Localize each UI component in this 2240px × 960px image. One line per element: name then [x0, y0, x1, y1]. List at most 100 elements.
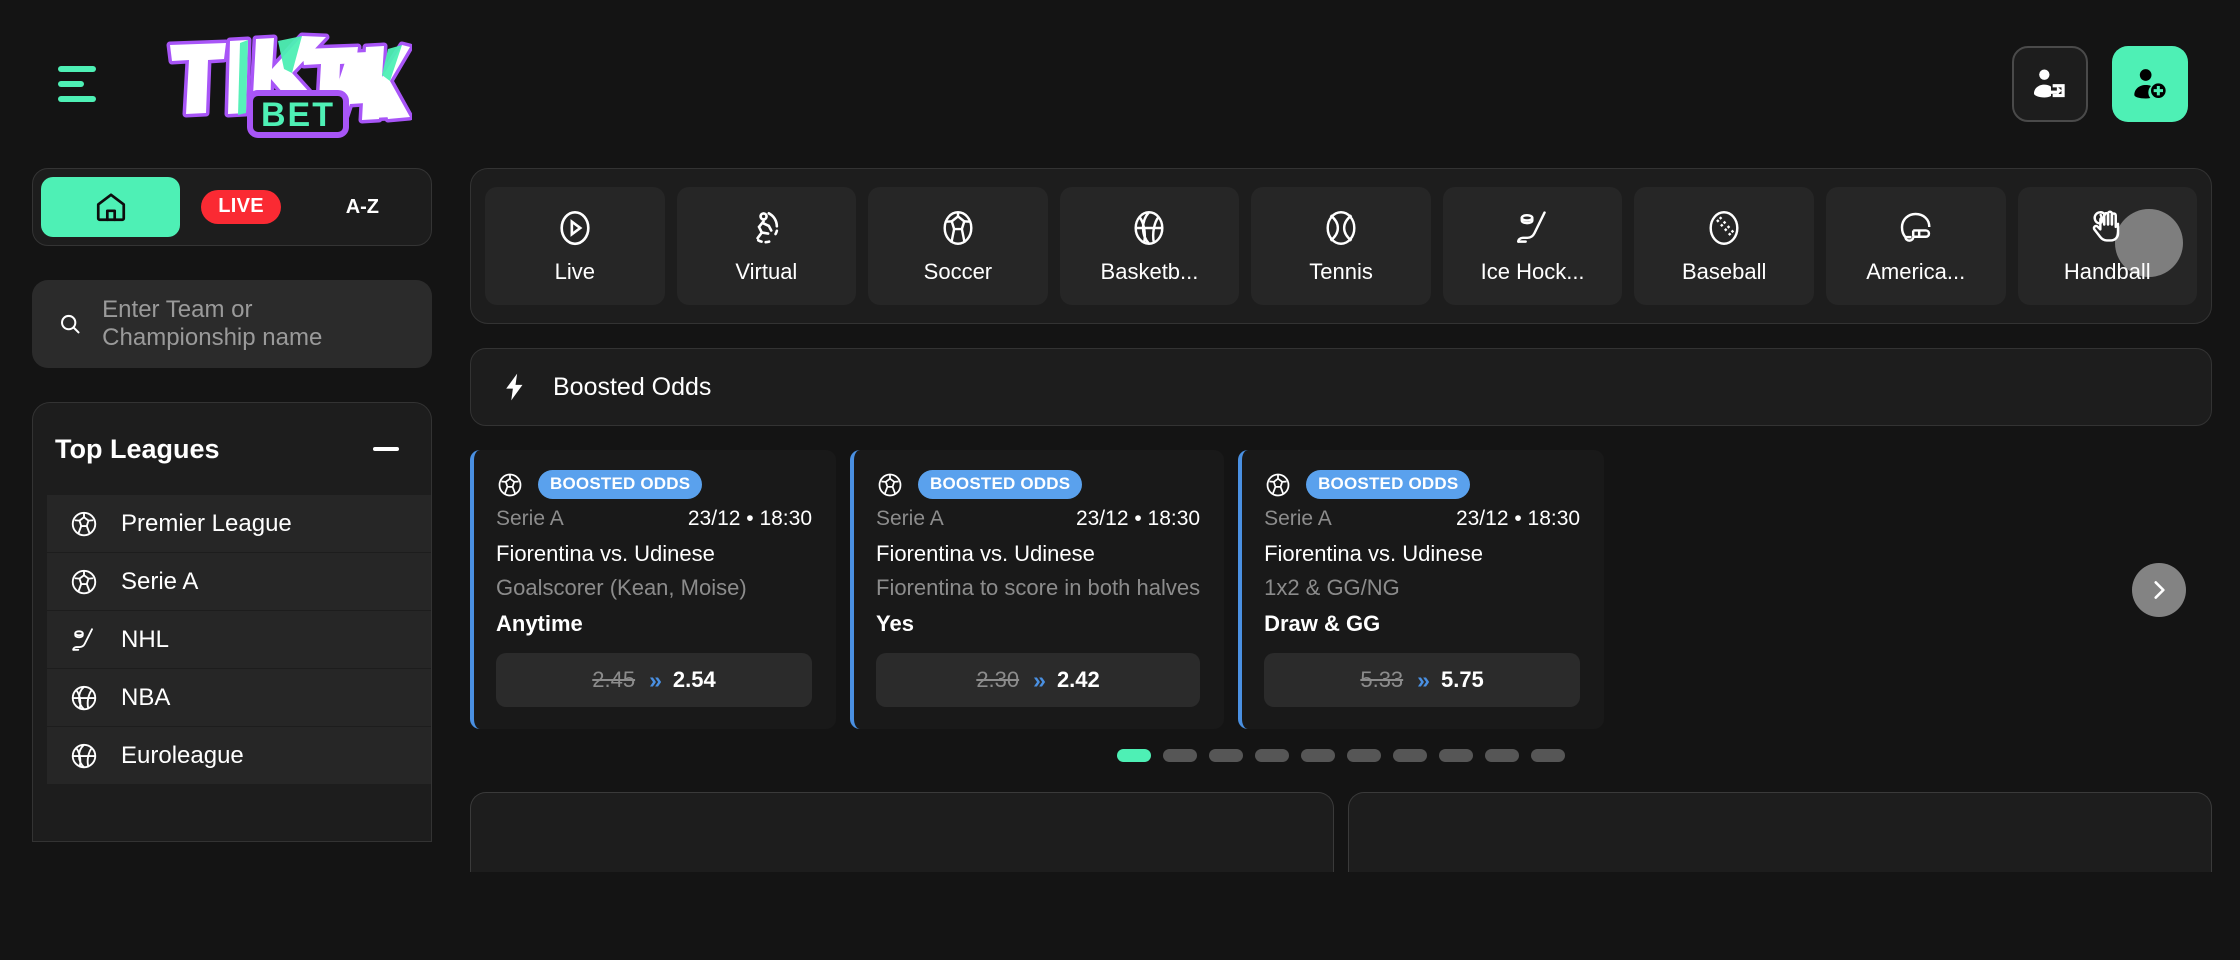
search-box[interactable]: Enter Team or Championship name: [32, 280, 432, 368]
login-button[interactable]: [2012, 46, 2088, 122]
card-match: Fiorentina vs. Udinese: [1264, 541, 1580, 567]
live-badge: LIVE: [201, 190, 281, 224]
boosted-odds-card[interactable]: BOOSTED ODDS Serie A 23/12 • 18:30 Fiore…: [1238, 450, 1604, 729]
carousel-dots: [470, 749, 2212, 762]
boosted-odds-title: Boosted Odds: [553, 373, 711, 402]
tab-home[interactable]: [41, 177, 180, 237]
carousel-dot[interactable]: [1531, 749, 1565, 762]
soccer-ball-icon: [496, 471, 524, 499]
sport-label: Handball: [2064, 259, 2151, 285]
sidebar-item-label: NHL: [121, 626, 169, 654]
tennis-ball-icon: [1320, 207, 1362, 249]
tab-live[interactable]: LIVE: [180, 177, 301, 237]
boosted-odds-carousel: BOOSTED ODDS Serie A 23/12 • 18:30 Fiore…: [470, 450, 2212, 729]
card-market: Fiorentina to score in both halves: [876, 575, 1200, 601]
carousel-dot[interactable]: [1485, 749, 1519, 762]
sport-label: Virtual: [735, 259, 797, 285]
sport-label: Baseball: [1682, 259, 1766, 285]
bottom-cards-row: [470, 792, 2212, 872]
carousel-dot[interactable]: [1439, 749, 1473, 762]
sidebar-item-euroleague[interactable]: Euroleague: [47, 727, 431, 785]
basketball-icon: [69, 741, 99, 771]
football-helmet-icon: [1895, 207, 1937, 249]
carousel-dot[interactable]: [1301, 749, 1335, 762]
sport-label: America...: [1866, 259, 1965, 285]
chevron-right-double-icon: »: [649, 667, 659, 694]
boosted-odds-card[interactable]: BOOSTED ODDS Serie A 23/12 • 18:30 Fiore…: [850, 450, 1224, 729]
sport-tab-virtual[interactable]: Virtual: [677, 187, 857, 305]
bottom-card[interactable]: [470, 792, 1334, 872]
sport-tab-american-football[interactable]: America...: [1826, 187, 2006, 305]
odds-old-value: 2.45: [592, 667, 635, 693]
sport-tab-live[interactable]: Live: [485, 187, 665, 305]
top-leagues-panel: Top Leagues Premier League: [32, 402, 432, 842]
sidebar: LIVE A-Z Enter Team or Championship name…: [0, 168, 470, 872]
brand-logo[interactable]: BET: [152, 29, 412, 139]
card-pick: Anytime: [496, 611, 812, 637]
carousel-dot[interactable]: [1393, 749, 1427, 762]
card-datetime: 23/12 • 18:30: [1076, 507, 1200, 531]
sport-tab-basketball[interactable]: Basketb...: [1060, 187, 1240, 305]
bottom-card[interactable]: [1348, 792, 2212, 872]
card-header: BOOSTED ODDS: [496, 470, 812, 499]
search-input[interactable]: Enter Team or Championship name: [102, 296, 406, 352]
soccer-ball-icon: [876, 471, 904, 499]
logo-bet-text: BET: [261, 96, 335, 134]
home-icon: [94, 190, 128, 224]
carousel-dot[interactable]: [1117, 749, 1151, 762]
soccer-ball-icon: [69, 567, 99, 597]
hamburger-menu-icon[interactable]: [58, 64, 106, 104]
hockey-stick-icon: [1512, 207, 1554, 249]
collapse-minus-icon[interactable]: [369, 432, 403, 466]
sidebar-item-nhl[interactable]: NHL: [47, 611, 431, 669]
odds-new-value: 5.75: [1441, 667, 1484, 693]
boosted-cards-track: BOOSTED ODDS Serie A 23/12 • 18:30 Fiore…: [470, 450, 2212, 729]
register-button[interactable]: [2112, 46, 2188, 122]
card-meta-row: Serie A 23/12 • 18:30: [496, 507, 812, 531]
carousel-dot[interactable]: [1347, 749, 1381, 762]
sidebar-tabbar: LIVE A-Z: [32, 168, 432, 246]
boosted-odds-header: Boosted Odds: [470, 348, 2212, 426]
sport-tab-ice-hockey[interactable]: Ice Hock...: [1443, 187, 1623, 305]
odds-button[interactable]: 5.33 » 5.75: [1264, 653, 1580, 707]
odds-button[interactable]: 2.30 » 2.42: [876, 653, 1200, 707]
sport-label: Basketb...: [1101, 259, 1199, 285]
soccer-ball-icon: [69, 509, 99, 539]
card-match: Fiorentina vs. Udinese: [876, 541, 1200, 567]
sidebar-item-serie-a[interactable]: Serie A: [47, 553, 431, 611]
baseball-icon: [1703, 207, 1745, 249]
card-market: Goalscorer (Kean, Moise): [496, 575, 812, 601]
soccer-ball-icon: [937, 207, 979, 249]
sidebar-item-nba[interactable]: NBA: [47, 669, 431, 727]
carousel-dot[interactable]: [1255, 749, 1289, 762]
card-datetime: 23/12 • 18:30: [1456, 507, 1580, 531]
app-root: BET: [0, 0, 2240, 960]
boosted-odds-card[interactable]: BOOSTED ODDS Serie A 23/12 • 18:30 Fiore…: [470, 450, 836, 729]
tab-az[interactable]: A-Z: [302, 177, 423, 237]
top-leagues-header: Top Leagues: [33, 403, 431, 495]
hamburger-bar: [58, 96, 96, 102]
sport-tab-soccer[interactable]: Soccer: [868, 187, 1048, 305]
sport-tab-baseball[interactable]: Baseball: [1634, 187, 1814, 305]
card-header: BOOSTED ODDS: [876, 470, 1200, 499]
carousel-next-button[interactable]: [2132, 563, 2186, 617]
odds-button[interactable]: 2.45 » 2.54: [496, 653, 812, 707]
odds-old-value: 5.33: [1360, 667, 1403, 693]
card-meta-row: Serie A 23/12 • 18:30: [876, 507, 1200, 531]
sidebar-item-premier-league[interactable]: Premier League: [47, 495, 431, 553]
user-add-icon: [2130, 64, 2170, 104]
panel-title: Top Leagues: [55, 434, 220, 465]
carousel-dot[interactable]: [1163, 749, 1197, 762]
sidebar-item-label: Euroleague: [121, 742, 244, 770]
sidebar-item-label: Serie A: [121, 568, 198, 596]
search-icon: [58, 309, 82, 339]
sport-label: Soccer: [924, 259, 992, 285]
carousel-dot[interactable]: [1209, 749, 1243, 762]
sport-tab-tennis[interactable]: Tennis: [1251, 187, 1431, 305]
soccer-ball-icon: [1264, 471, 1292, 499]
sport-tab-handball[interactable]: Handball: [2018, 187, 2198, 305]
card-datetime: 23/12 • 18:30: [688, 507, 812, 531]
card-league: Serie A: [1264, 507, 1332, 531]
odds-new-value: 2.42: [1057, 667, 1100, 693]
chevron-right-double-icon: »: [1033, 667, 1043, 694]
